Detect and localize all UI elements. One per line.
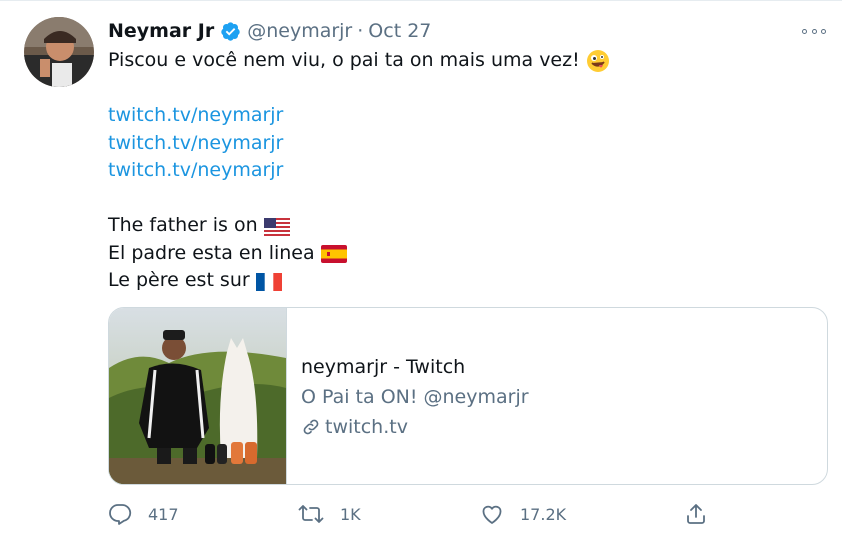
twitch-link-1[interactable]: twitch.tv/neymarjr: [108, 102, 283, 130]
share-button[interactable]: [684, 498, 724, 530]
heart-icon: [482, 505, 502, 524]
tweet-header: Neymar Jr @neymarjr · Oct 27: [108, 18, 431, 44]
avatar[interactable]: [24, 17, 94, 87]
separator-dot: ·: [357, 20, 364, 42]
share-icon: [687, 504, 705, 524]
us-flag-icon: [263, 217, 290, 236]
tweet-line-1: Piscou e você nem viu, o pai ta on mais …: [108, 49, 580, 71]
zany-face-emoji-icon: [586, 49, 610, 73]
tweet-line-spanish: El padre esta en linea: [108, 241, 315, 264]
tweet-text: Piscou e você nem viu, o pai ta on mais …: [108, 47, 610, 295]
like-count: 17.2K: [520, 504, 567, 524]
retweet-count: 1K: [340, 504, 361, 524]
spain-flag-icon: [320, 244, 347, 264]
card-thumbnail-image: [109, 308, 287, 484]
link-preview-card[interactable]: neymarjr - Twitch O Pai ta ON! @neymarjr…: [108, 307, 828, 485]
like-button[interactable]: 17.2K: [480, 498, 566, 530]
france-flag-icon: [255, 272, 282, 291]
author-handle[interactable]: @neymarjr: [247, 20, 352, 42]
reply-button[interactable]: 417: [108, 498, 179, 530]
card-body: neymarjr - Twitch O Pai ta ON! @neymarjr…: [301, 352, 529, 442]
twitch-link-3[interactable]: twitch.tv/neymarjr: [108, 157, 283, 185]
verified-badge-icon: [220, 21, 241, 42]
tweet-actions: 417 1K 17.2K: [108, 498, 728, 530]
tweet-date[interactable]: Oct 27: [368, 20, 431, 42]
retweet-button[interactable]: 1K: [298, 498, 361, 530]
card-title: neymarjr - Twitch: [301, 356, 466, 378]
more-options-icon[interactable]: [802, 23, 826, 39]
tweet-line-english: The father is on: [108, 214, 258, 236]
twitch-link-2[interactable]: twitch.tv/neymarjr: [108, 130, 283, 158]
tweet-line-french: Le père est sur: [108, 269, 250, 291]
reply-icon: [109, 504, 132, 525]
card-domain: twitch.tv: [301, 412, 529, 442]
retweet-icon: [298, 505, 324, 523]
card-description: O Pai ta ON! @neymarjr: [301, 386, 529, 408]
link-icon: [303, 419, 319, 435]
card-domain-text: twitch.tv: [325, 416, 408, 438]
reply-count: 417: [148, 504, 179, 524]
tweet[interactable]: Neymar Jr @neymarjr · Oct 27 Piscou e vo…: [0, 0, 842, 544]
author-name[interactable]: Neymar Jr: [108, 20, 214, 42]
